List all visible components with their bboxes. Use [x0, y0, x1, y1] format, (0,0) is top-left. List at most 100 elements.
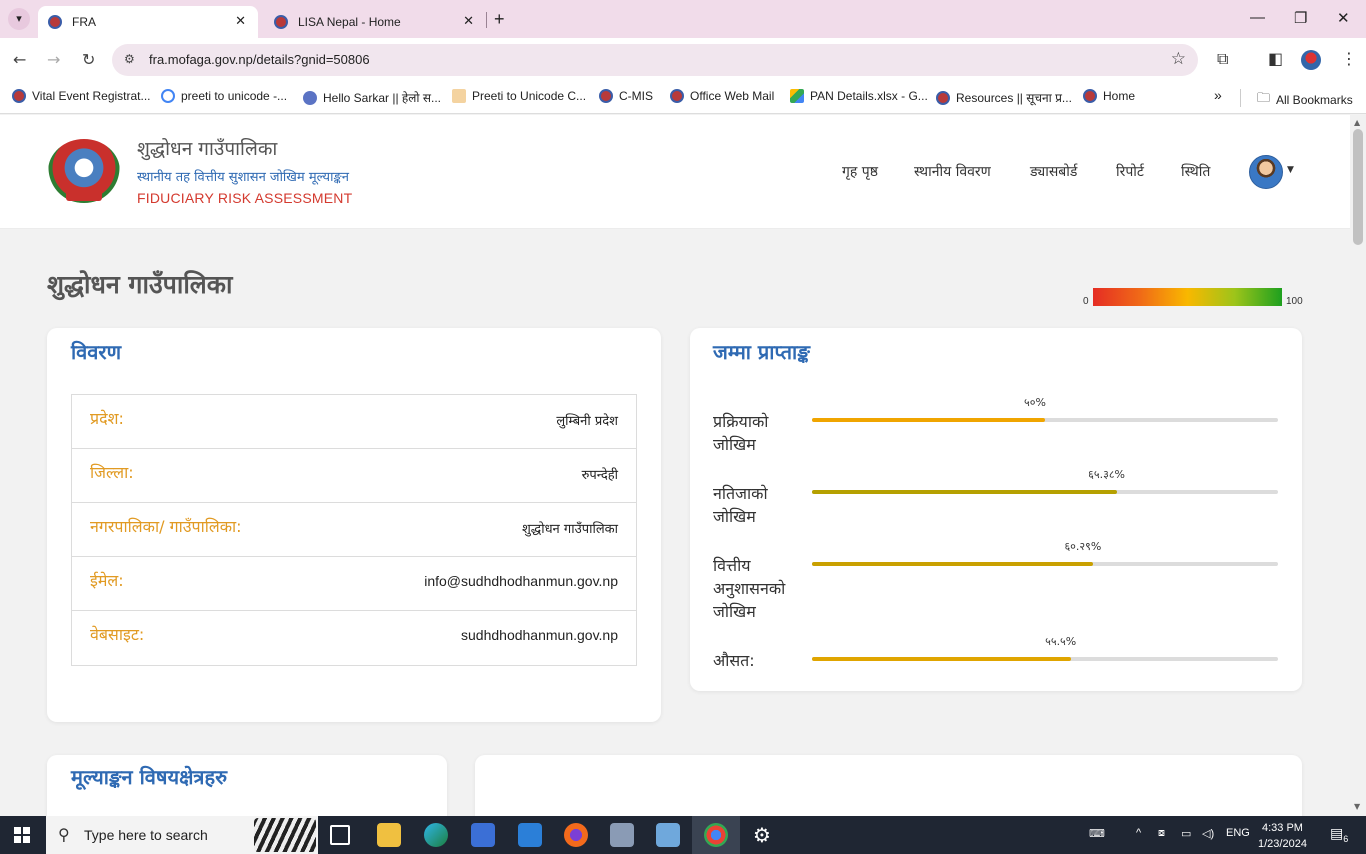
close-tab-icon[interactable]: ✕	[235, 13, 246, 29]
taskbar-search-box[interactable]: ⚲ Type here to search	[46, 816, 318, 854]
volume-icon[interactable]: ◁)	[1202, 827, 1214, 840]
more-bookmarks-chevron-icon[interactable]: »	[1214, 87, 1222, 103]
meet-now-icon[interactable]: ⧇	[1158, 827, 1165, 840]
score-percent: ५०%	[1024, 396, 1046, 409]
site-subtitle: स्थानीय तह वित्तीय सुशासन जोखिम मूल्याङ्…	[137, 170, 349, 185]
score-bar-track	[812, 418, 1278, 422]
bookmark-star-icon[interactable]: ☆	[1171, 49, 1186, 69]
nav-report[interactable]: रिपोर्ट	[1116, 162, 1144, 181]
site-english-name: FIDUCIARY RISK ASSESSMENT	[137, 190, 353, 206]
bookmark-item[interactable]: Hello Sarkar || हेलो स...	[303, 89, 441, 106]
tab-fra[interactable]: FRA ✕	[38, 6, 258, 38]
chrome-icon[interactable]	[704, 823, 728, 847]
nav-home[interactable]: गृह पृष्ठ	[842, 162, 878, 181]
reload-icon[interactable]: ↻	[82, 50, 95, 69]
browser-menu-icon[interactable]: ⋮	[1341, 49, 1357, 68]
score-bar-track	[812, 490, 1278, 494]
google-icon	[161, 89, 175, 103]
user-avatar[interactable]	[1249, 155, 1283, 189]
tab-lisa-nepal[interactable]: LISA Nepal - Home ✕	[264, 6, 486, 38]
browser-toolbar: ← → ↻ ⚙ fra.mofaga.gov.np/details?gnid=5…	[0, 38, 1366, 82]
scrollbar-thumb[interactable]	[1353, 129, 1363, 245]
store-icon[interactable]	[471, 823, 495, 847]
clock-date: 1/23/2024	[1258, 838, 1307, 850]
score-bar-fill	[812, 490, 1117, 494]
caret-down-icon[interactable]: ▼	[1287, 165, 1294, 175]
bookmark-item[interactable]: Resources || सूचना प्र...	[936, 89, 1072, 106]
search-placeholder: Type here to search	[84, 827, 208, 843]
bookmarks-separator	[1240, 89, 1241, 107]
clock-time: 4:33 PM	[1261, 822, 1303, 834]
nav-status[interactable]: स्थिति	[1181, 162, 1210, 181]
bookmark-item[interactable]: Office Web Mail	[670, 89, 774, 103]
tab-search-chevron-icon[interactable]: ▾	[8, 8, 30, 30]
score-bar-fill	[812, 418, 1045, 422]
network-app-icon[interactable]	[610, 823, 634, 847]
notes-app-icon[interactable]	[656, 823, 680, 847]
edge-icon[interactable]	[424, 823, 448, 847]
forward-arrow-icon[interactable]: →	[47, 50, 60, 69]
bookmark-item[interactable]: preeti to unicode -...	[161, 89, 287, 103]
url-text[interactable]: fra.mofaga.gov.np/details?gnid=50806	[149, 52, 370, 67]
page-viewport: शुद्धोधन गाउँपालिका स्थानीय तह वित्तीय स…	[0, 115, 1350, 816]
nav-dashboard[interactable]: ड्यासबोर्ड	[1030, 162, 1077, 181]
score-bar-fill	[812, 657, 1071, 661]
detail-label: प्रदेश:	[90, 409, 124, 428]
bookmark-item[interactable]: Preeti to Unicode C...	[452, 89, 586, 103]
site-favicon-icon	[48, 15, 62, 29]
extensions-puzzle-icon[interactable]: ⧉	[1217, 49, 1228, 69]
notification-icon[interactable]: ▤6	[1330, 825, 1348, 844]
firefox-icon[interactable]	[564, 823, 588, 847]
back-arrow-icon[interactable]: ←	[13, 50, 26, 69]
score-label: नतिजाको जोखिम	[713, 484, 768, 526]
tray-chevron-up-icon[interactable]: ^	[1136, 827, 1141, 839]
detail-label: ईमेल:	[90, 571, 124, 590]
page-scrollbar[interactable]: ▲ ▼	[1350, 115, 1366, 816]
network-icon[interactable]: ▭	[1181, 827, 1191, 840]
score-percent: ६५.३८%	[1088, 468, 1125, 481]
side-panel-icon[interactable]: ◧	[1268, 49, 1283, 68]
score-bar-track	[812, 657, 1278, 661]
search-highlight-image	[254, 818, 316, 852]
nepal-emblem-logo[interactable]	[48, 139, 120, 203]
windows-start-icon[interactable]	[14, 827, 30, 843]
all-bookmarks-button[interactable]: 🗀 All Bookmarks	[1257, 89, 1353, 111]
tab-title: LISA Nepal - Home	[298, 15, 401, 29]
profile-avatar-icon[interactable]	[1301, 50, 1321, 70]
close-window-icon[interactable]: ✕	[1337, 9, 1350, 27]
nav-local-details[interactable]: स्थानीय विवरण	[914, 162, 991, 181]
notification-count: 6	[1343, 833, 1349, 844]
restore-icon[interactable]: ❐	[1294, 9, 1307, 27]
settings-gear-icon[interactable]: ⚙	[750, 823, 774, 847]
clock[interactable]: 4:33 PM 1/23/2024	[1258, 820, 1307, 852]
mail-icon[interactable]	[518, 823, 542, 847]
assessment-chart-card	[475, 755, 1302, 816]
search-icon: ⚲	[58, 825, 70, 844]
scroll-down-arrow-icon[interactable]: ▼	[1354, 802, 1360, 811]
keyboard-icon[interactable]: ⌨	[1089, 827, 1105, 840]
file-explorer-icon[interactable]	[377, 823, 401, 847]
detail-label: नगरपालिका/ गाउँपालिका:	[90, 517, 242, 536]
tab-title: FRA	[72, 15, 96, 29]
google-drive-icon	[790, 89, 804, 103]
close-tab-icon[interactable]: ✕	[463, 13, 474, 29]
bookmark-item[interactable]: Home	[1083, 89, 1135, 103]
site-name[interactable]: शुद्धोधन गाउँपालिका	[137, 135, 277, 161]
language-indicator[interactable]: ENG	[1226, 827, 1250, 839]
detail-value: info@sudhdhodhanmun.gov.np	[424, 573, 618, 589]
bookmark-item[interactable]: PAN Details.xlsx - G...	[790, 89, 928, 103]
details-card: विवरण प्रदेश: लुम्बिनी प्रदेश जिल्ला: रु…	[47, 328, 661, 722]
new-tab-plus-icon[interactable]: +	[494, 9, 505, 30]
bookmarks-bar: Vital Event Registrat... preeti to unico…	[0, 82, 1366, 114]
assessment-areas-card: मूल्याङ्कन विषयक्षेत्रहरु	[47, 755, 447, 816]
task-view-icon[interactable]	[330, 825, 350, 845]
minimize-icon[interactable]: —	[1250, 9, 1265, 26]
score-percent: ५५.५%	[1045, 635, 1077, 648]
detail-row-district: जिल्ला: रुपन्देही	[72, 449, 636, 503]
score-bar-fill	[812, 562, 1093, 566]
address-bar[interactable]: ⚙ fra.mofaga.gov.np/details?gnid=50806 ☆	[112, 44, 1198, 76]
bookmark-item[interactable]: Vital Event Registrat...	[12, 89, 151, 103]
scroll-up-arrow-icon[interactable]: ▲	[1354, 118, 1360, 127]
site-info-icon[interactable]: ⚙	[124, 52, 135, 66]
bookmark-item[interactable]: C-MIS	[599, 89, 653, 103]
